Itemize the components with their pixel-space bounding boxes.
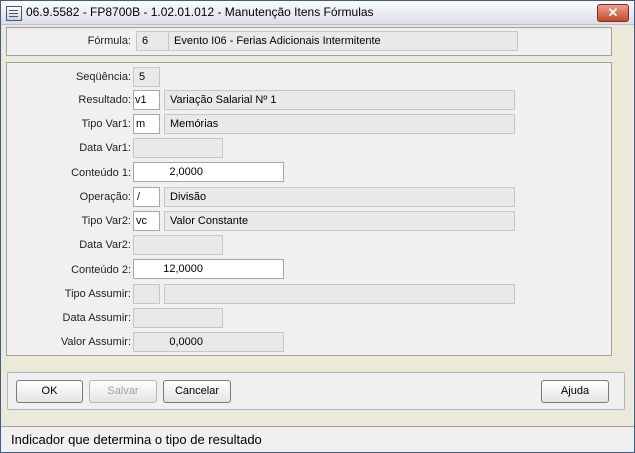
tipo-var2-label: Tipo Var2: xyxy=(81,215,131,227)
formula-panel: Fórmula: 6 Evento I06 - Ferias Adicionai… xyxy=(6,27,612,56)
operacao-desc-field: Divisão xyxy=(164,187,515,207)
sequencia-field: 5 xyxy=(133,67,160,87)
ok-button[interactable]: OK xyxy=(16,380,83,403)
tipo-assumir-label: Tipo Assumir: xyxy=(64,288,131,300)
sequencia-label: Seqüência: xyxy=(75,71,131,83)
data-var2-field xyxy=(133,235,223,255)
title-bar: 06.9.5582 - FP8700B - 1.02.01.012 - Manu… xyxy=(1,1,634,25)
data-assumir-field xyxy=(133,308,223,328)
valor-assumir-label: Valor Assumir: xyxy=(60,336,131,348)
salvar-button[interactable]: Salvar xyxy=(89,380,157,403)
data-assumir-label: Data Assumir: xyxy=(62,312,131,324)
item-form-panel: Seqüência: 5 Resultado: v1 Variação Sala… xyxy=(6,62,612,356)
tipo-var2-code-input[interactable]: vc xyxy=(133,211,160,231)
window-title: 06.9.5582 - FP8700B - 1.02.01.012 - Manu… xyxy=(26,5,374,19)
formula-code-field: 6 xyxy=(136,31,170,51)
conteudo1-label: Conteúdo 1: xyxy=(71,167,131,179)
data-var2-label: Data Var2: xyxy=(79,239,131,251)
close-button[interactable]: ✕ xyxy=(597,4,629,22)
status-bar: Indicador que determina o tipo de result… xyxy=(1,426,634,452)
resultado-code-input[interactable]: v1 xyxy=(133,90,160,110)
app-icon xyxy=(6,6,22,21)
tipo-assumir-desc-field xyxy=(164,284,515,304)
resultado-desc-field: Variação Salarial Nº 1 xyxy=(164,90,515,110)
tipo-var1-desc-field: Memórias xyxy=(164,114,515,134)
operacao-code-input[interactable]: / xyxy=(133,187,160,207)
operacao-label: Operação: xyxy=(79,191,131,203)
ajuda-button[interactable]: Ajuda xyxy=(541,380,609,403)
tipo-var1-label: Tipo Var1: xyxy=(81,118,131,130)
data-var1-field xyxy=(133,138,223,158)
formula-label: Fórmula: xyxy=(87,35,131,47)
formula-name-field: Evento I06 - Ferias Adicionais Intermite… xyxy=(168,31,518,51)
cancelar-button[interactable]: Cancelar xyxy=(163,380,231,403)
resultado-label: Resultado: xyxy=(78,94,131,106)
conteudo2-input[interactable]: 12,0000 xyxy=(133,259,284,279)
button-bar: OK Salvar Cancelar Ajuda xyxy=(7,372,625,410)
tipo-var1-code-input[interactable]: m xyxy=(133,114,160,134)
data-var1-label: Data Var1: xyxy=(79,142,131,154)
valor-assumir-field: 0,0000 xyxy=(133,332,284,352)
tipo-var2-desc-field: Valor Constante xyxy=(164,211,515,231)
status-text: Indicador que determina o tipo de result… xyxy=(11,432,262,447)
conteudo1-input[interactable]: 2,0000 xyxy=(133,162,284,182)
tipo-assumir-code-field xyxy=(133,284,160,304)
dialog-window: 06.9.5582 - FP8700B - 1.02.01.012 - Manu… xyxy=(0,0,635,453)
conteudo2-label: Conteúdo 2: xyxy=(71,264,131,276)
